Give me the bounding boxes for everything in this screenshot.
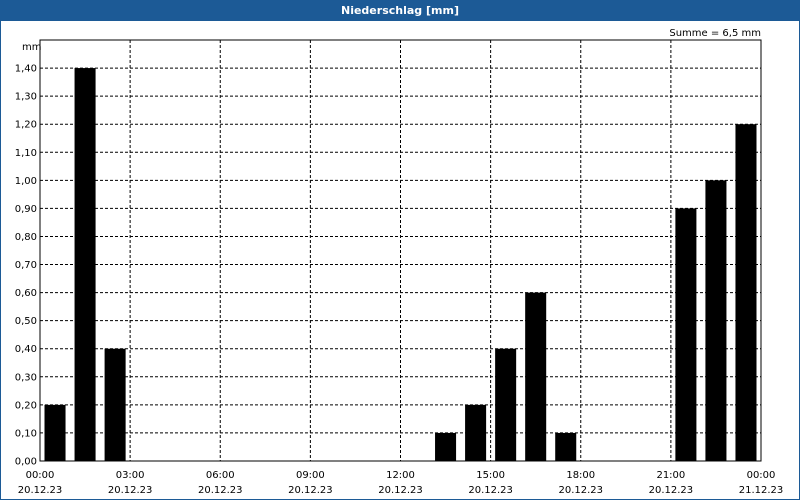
x-tick-time-label: 18:00 <box>566 470 595 481</box>
y-tick-label: 1,00 <box>15 176 37 187</box>
precipitation-bar <box>74 68 96 462</box>
x-tick-date-label: 20.12.23 <box>378 485 423 496</box>
x-tick-date-label: 20.12.23 <box>649 485 694 496</box>
x-tick-date-label: 20.12.23 <box>288 485 333 496</box>
y-tick-label: 0,60 <box>15 288 37 299</box>
x-tick-date-label: 20.12.23 <box>108 485 153 496</box>
precipitation-bar <box>675 208 697 461</box>
y-tick-label: 1,20 <box>15 120 37 131</box>
y-tick-label: 0,00 <box>15 457 37 468</box>
y-tick-label: 0,90 <box>15 204 37 215</box>
precipitation-bar <box>104 348 126 461</box>
y-tick-label: 0,80 <box>15 232 37 243</box>
x-tick-time-label: 12:00 <box>386 470 415 481</box>
precipitation-bar <box>465 404 487 461</box>
y-tick-label: 0,70 <box>15 260 37 271</box>
x-tick-date-label: 20.12.23 <box>198 485 243 496</box>
precipitation-bar <box>735 124 757 461</box>
x-tick-date-label: 20.12.23 <box>18 485 63 496</box>
y-tick-label: 0,10 <box>15 428 37 439</box>
precipitation-bar <box>555 432 577 461</box>
y-tick-label: 1,30 <box>15 92 37 103</box>
y-axis-unit-label: mm <box>22 42 41 53</box>
x-tick-date-label: 21.12.23 <box>739 485 784 496</box>
x-tick-time-label: 03:00 <box>116 470 145 481</box>
x-tick-time-label: 21:00 <box>656 470 685 481</box>
x-tick-time-label: 06:00 <box>206 470 235 481</box>
x-tick-date-label: 20.12.23 <box>558 485 603 496</box>
precipitation-bar <box>525 292 547 461</box>
y-tick-label: 0,50 <box>15 316 37 327</box>
y-tick-label: 0,20 <box>15 400 37 411</box>
x-tick-time-label: 00:00 <box>747 470 776 481</box>
precipitation-bar <box>495 348 517 461</box>
precipitation-bar <box>44 404 66 461</box>
x-tick-time-label: 09:00 <box>296 470 325 481</box>
x-tick-time-label: 00:00 <box>26 470 55 481</box>
sum-annotation: Summe = 6,5 mm <box>669 28 761 39</box>
y-tick-label: 0,40 <box>15 344 37 355</box>
x-tick-time-label: 15:00 <box>476 470 505 481</box>
y-tick-label: 0,30 <box>15 372 37 383</box>
y-tick-label: 1,10 <box>15 148 37 159</box>
precipitation-chart: mm Summe = 6,5 mm 0,00 0,10 0,20 0,30 0,40 0,… <box>15 28 784 496</box>
precipitation-bar <box>435 432 457 461</box>
x-tick-date-label: 20.12.23 <box>468 485 513 496</box>
precipitation-bar <box>705 180 727 462</box>
y-tick-label: 1,40 <box>15 64 37 75</box>
